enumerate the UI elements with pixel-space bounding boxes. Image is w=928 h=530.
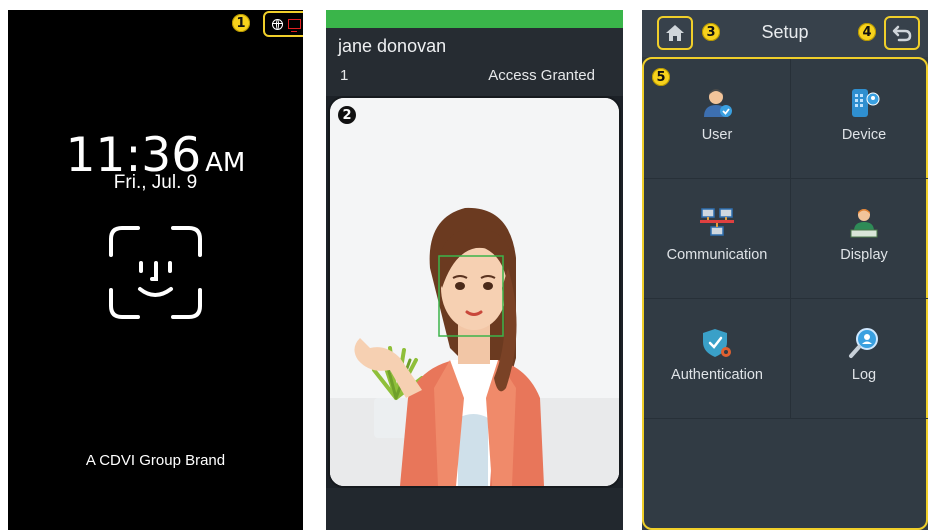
user-id: 1 [340,67,349,84]
menu-item-label: User [701,127,733,143]
status-icons-group[interactable] [263,11,303,37]
user-icon [704,89,732,117]
bottom-bar [326,488,623,530]
authentication-icon [703,329,731,357]
menu-item-communication[interactable]: Communication [644,179,790,298]
callout-badge-2: 2 [338,106,356,124]
menu-item-label: Authentication [671,367,763,383]
setup-menu-grid: 5 User Device Communication Display Auth… [642,57,928,530]
log-icon [849,328,878,358]
setup-screen: 3 Setup 4 5 User Device Communication Di… [642,10,928,530]
menu-item-authentication[interactable]: Authentication [644,299,790,418]
menu-item-display[interactable]: Display [791,179,928,298]
menu-item-label: Device [841,127,887,143]
menu-item-device[interactable]: Device [791,59,928,178]
setup-header: 3 Setup 4 [642,10,928,57]
monitor-icon[interactable] [288,19,302,32]
menu-item-log[interactable]: Log [791,299,928,418]
menu-item-label: Log [851,367,877,383]
back-button[interactable] [884,16,920,50]
callout-badge-5: 5 [652,68,670,86]
callout-badge-3: 3 [702,23,720,41]
display-icon [850,209,878,238]
callout-badge-1: 1 [232,14,250,32]
access-status: Access Granted [488,67,595,84]
user-info-panel: jane donovan 1 Access Granted [326,28,623,96]
idle-screen: 1 11:36 AM Fri., Jul. 9 A CDVI Group Bran… [8,10,303,530]
device-icon [852,89,880,117]
camera-view: 2 [328,96,621,488]
grid-divider [644,418,928,419]
callout-badge-4: 4 [858,23,876,41]
brand-text: A CDVI Group Brand [85,452,226,469]
communication-icon [700,208,734,236]
menu-item-label: Display [840,247,888,263]
back-arrow-icon [892,25,912,42]
globe-icon[interactable] [271,18,283,30]
menu-item-label: Communication [666,247,768,263]
user-name: jane donovan [338,36,447,56]
user-photo [330,98,619,486]
face-recognition-icon [109,226,202,319]
access-screen: jane donovan 1 Access Granted 2 [326,10,623,530]
clock-date: Fri., Jul. 9 [113,172,198,193]
status-bar [326,10,623,28]
